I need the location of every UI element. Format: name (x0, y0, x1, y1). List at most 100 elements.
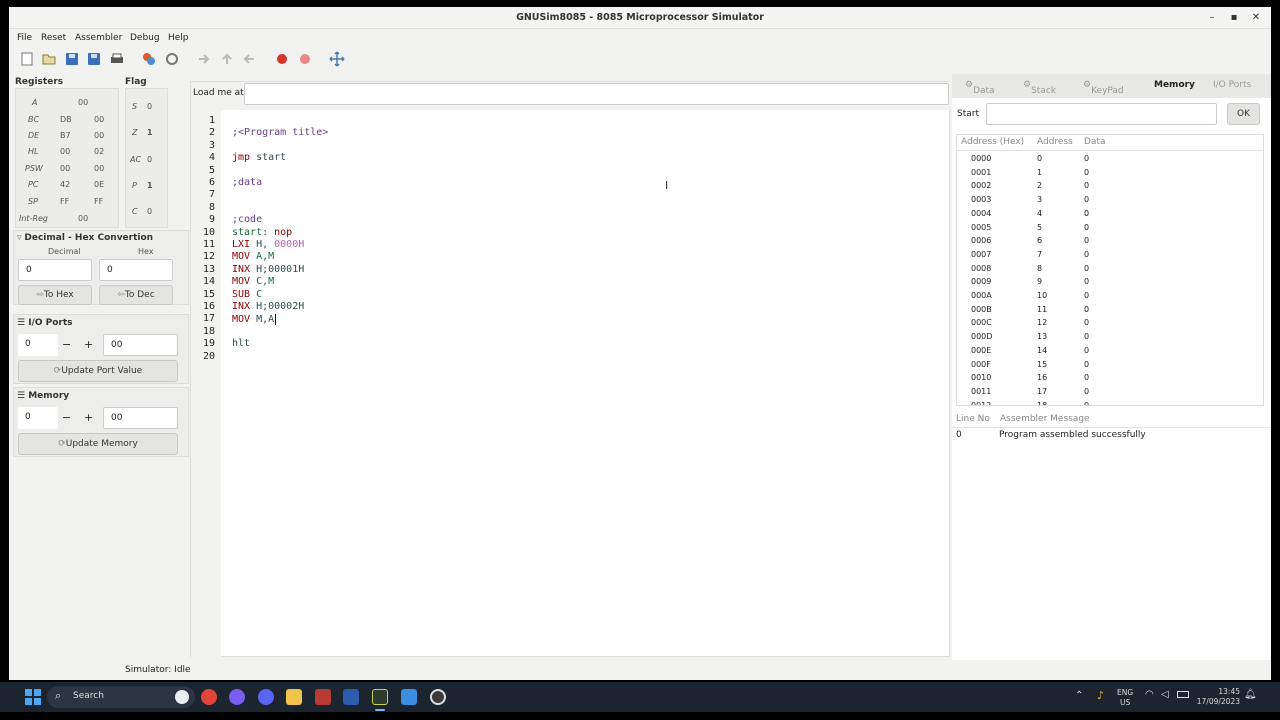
memory-decrement-button[interactable]: − (62, 411, 71, 424)
table-row[interactable]: 000D 13 0 (957, 332, 1262, 346)
update-memory-button[interactable]: ⟳Update Memory (18, 433, 178, 455)
tab-data[interactable]: ⚙ Data (965, 80, 995, 96)
table-row[interactable]: 000E 14 0 (957, 346, 1262, 360)
wifi-icon[interactable]: ◠ (1145, 689, 1154, 700)
update-port-value-button[interactable]: ⟳Update Port Value (18, 360, 178, 382)
load-address-input[interactable] (244, 83, 949, 105)
comment: ;<Program title> (232, 127, 329, 138)
volume-icon[interactable]: ◁ (1161, 689, 1169, 700)
memory-table[interactable]: Address (Hex) Address Data 0000 0 0 0001 1 0 0… (956, 134, 1264, 406)
hex-input[interactable]: 0 (99, 259, 173, 281)
table-row[interactable]: 0004 4 0 (957, 209, 1262, 223)
step-over-icon[interactable] (219, 51, 235, 67)
discord-icon[interactable] (258, 689, 274, 705)
table-row[interactable]: 0001 1 0 (957, 168, 1262, 182)
table-row[interactable]: 0005 5 0 (957, 223, 1262, 237)
menu-file[interactable]: File (17, 33, 32, 43)
table-row[interactable]: 0009 9 0 (957, 277, 1262, 291)
cell-data: 0 (1084, 291, 1090, 300)
ok-button[interactable]: OK (1227, 103, 1260, 125)
language-indicator[interactable]: ENG US (1117, 688, 1133, 708)
port-increment-button[interactable]: + (84, 338, 93, 351)
cell-data: 0 (1084, 359, 1090, 369)
status-bar: Simulator: Idle (9, 660, 1271, 680)
clock[interactable]: 13:45 17/09/2023 (1196, 687, 1240, 707)
word-icon[interactable] (343, 689, 359, 705)
table-row[interactable]: 0006 6 0 (957, 236, 1262, 250)
port-value-input[interactable]: 00 (103, 334, 178, 356)
col-address[interactable]: Address (1037, 137, 1073, 147)
menu-debug[interactable]: Debug (130, 33, 160, 43)
memory-value-input[interactable]: 00 (103, 407, 178, 429)
cell-address: 16 (1037, 373, 1048, 383)
windows-start-icon[interactable] (25, 689, 41, 705)
memory-address-input[interactable]: 0 (18, 407, 58, 429)
tab-stack[interactable]: ⚙ Stack (1023, 80, 1056, 96)
new-file-icon[interactable] (19, 51, 35, 67)
open-file-icon[interactable] (41, 51, 57, 67)
notification-icon[interactable]: 🔔︎ (1244, 689, 1257, 700)
clear-breakpoints-icon[interactable] (297, 51, 313, 67)
messenger-icon[interactable] (229, 689, 245, 705)
table-row[interactable]: 000F 15 0 (957, 360, 1262, 374)
file-explorer-icon[interactable] (286, 689, 302, 705)
port-number-input[interactable]: 0 (18, 334, 58, 356)
table-row[interactable]: 0000 0 0 (957, 154, 1262, 168)
chrome-icon[interactable] (201, 689, 217, 705)
memory-increment-button[interactable]: + (84, 411, 93, 424)
table-row[interactable]: 0010 16 0 (957, 373, 1262, 387)
table-row[interactable]: 000B 11 0 (957, 305, 1262, 319)
table-row[interactable]: 0012 18 0 (957, 401, 1262, 405)
assemble-icon[interactable] (141, 51, 157, 67)
table-row[interactable]: 0011 17 0 (957, 387, 1262, 401)
col-line-no[interactable]: Line No (956, 414, 990, 424)
col-data[interactable]: Data (1084, 137, 1106, 147)
breakpoint-icon[interactable] (274, 51, 290, 67)
tab-memory[interactable]: Memory (1154, 80, 1195, 90)
port-decrement-button[interactable]: − (62, 338, 71, 351)
flag-name: AC (130, 155, 142, 164)
close-icon[interactable]: ✕ (1247, 10, 1265, 26)
tab-keypad[interactable]: ⚙ KeyPad (1083, 80, 1124, 96)
col-assembler-message[interactable]: Assembler Message (1000, 414, 1090, 424)
minimize-icon[interactable]: – (1203, 10, 1221, 26)
to-hex-button[interactable]: ⇨To Hex (18, 285, 92, 305)
save-icon[interactable] (64, 51, 80, 67)
table-row[interactable]: 0003 3 0 (957, 195, 1262, 209)
menu-reset[interactable]: Reset (41, 33, 66, 43)
maximize-icon[interactable]: ▪ (1225, 10, 1243, 26)
execute-icon[interactable] (164, 51, 180, 67)
notepad-icon[interactable] (401, 689, 417, 705)
start-address-input[interactable] (986, 103, 1217, 125)
decimal-input[interactable]: 0 (18, 259, 92, 281)
table-row[interactable]: 0002 2 0 (957, 181, 1262, 195)
print-icon[interactable] (109, 51, 125, 67)
microphone-icon[interactable]: ♪ (1097, 689, 1104, 702)
operand: H;00002H (250, 301, 305, 312)
save-as-icon[interactable] (86, 51, 102, 67)
menu-icon: ☰ (17, 391, 29, 401)
code-area[interactable]: ;<Program title> jmp start ;data ;code s… (191, 110, 951, 658)
gnusim-icon[interactable] (372, 689, 388, 705)
col-address-hex[interactable]: Address (Hex) (961, 137, 1024, 147)
cell-address: 11 (1037, 304, 1048, 314)
flag-name: S (132, 102, 138, 111)
to-dec-button[interactable]: ⇦To Dec (99, 285, 173, 305)
chevron-up-icon[interactable]: ⌃ (1075, 690, 1083, 701)
tab-io-ports[interactable]: I/O Ports (1213, 80, 1251, 90)
taskbar-search[interactable]: ⌕ Search (47, 686, 195, 708)
step-in-icon[interactable] (196, 51, 212, 67)
stop-icon[interactable] (329, 51, 345, 67)
keyword: MOV (232, 314, 251, 325)
video-app-icon[interactable] (315, 689, 331, 705)
table-row[interactable]: 0008 8 0 (957, 264, 1262, 278)
battery-icon[interactable] (1177, 691, 1189, 698)
table-row[interactable]: 0007 7 0 (957, 250, 1262, 264)
table-row[interactable]: 000C 12 0 (957, 318, 1262, 332)
menu-assembler[interactable]: Assembler (75, 33, 122, 43)
table-row[interactable]: 000A 10 0 (957, 291, 1262, 305)
app-icon[interactable] (430, 689, 446, 705)
step-out-icon[interactable] (241, 51, 257, 67)
flag-value: 0 (147, 155, 153, 164)
menu-help[interactable]: Help (168, 33, 189, 43)
